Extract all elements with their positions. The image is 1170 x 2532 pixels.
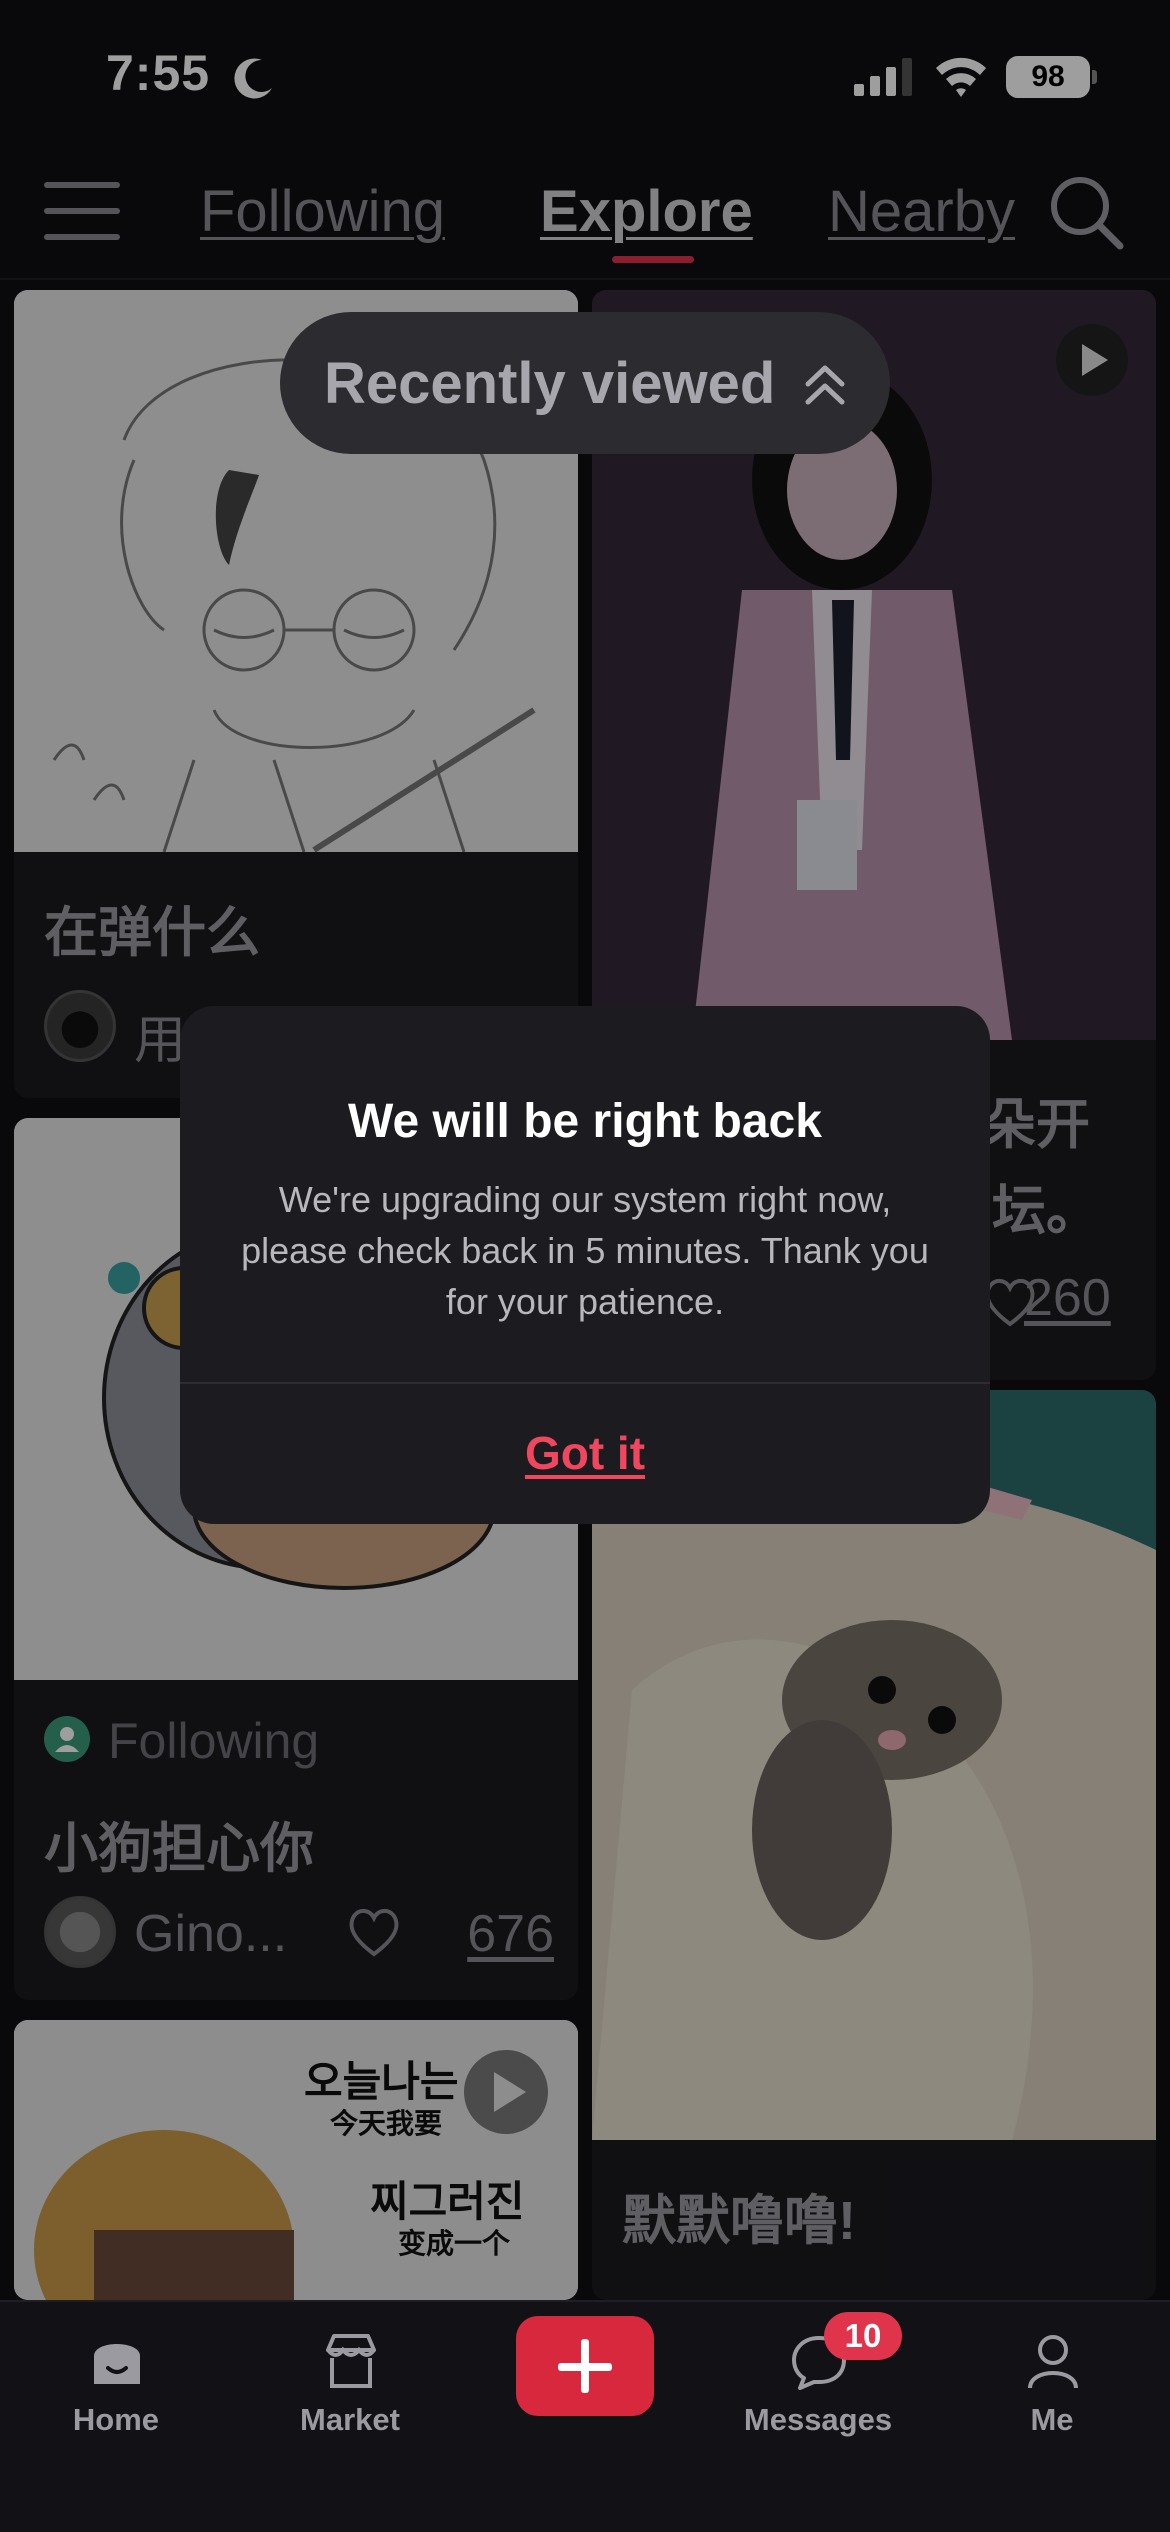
card-title-fragment-2: 坛。 (992, 1181, 1100, 1241)
maintenance-dialog: We will be right back We're upgrading ou… (180, 1006, 990, 1524)
status-bar: 7:55 98 (0, 0, 1170, 150)
avatar[interactable] (44, 990, 116, 1062)
nav-market[interactable]: Market (260, 2302, 440, 2482)
dialog-message: We're upgrading our system right now, pl… (241, 1179, 929, 1322)
nav-label-market: Market (300, 2402, 400, 2437)
image-text-4: 变成一个 (398, 2228, 511, 2259)
create-post-button[interactable] (516, 2316, 654, 2416)
store-icon (326, 2334, 376, 2388)
nav-label-me: Me (1030, 2402, 1074, 2437)
cellular-signal-icon (854, 58, 912, 96)
tab-following[interactable]: Following (200, 178, 445, 245)
avatar[interactable] (44, 1896, 116, 1968)
moon-icon (234, 58, 272, 99)
recently-viewed-label: Recently viewed (324, 351, 776, 416)
tab-explore[interactable]: Explore (540, 178, 753, 245)
dialog-title: We will be right back (348, 1095, 822, 1148)
search-icon[interactable] (1046, 172, 1126, 252)
messages-unread-badge: 10 (824, 2312, 902, 2360)
nav-home[interactable]: Home (26, 2302, 206, 2482)
active-tab-indicator (612, 256, 694, 263)
nav-label-home: Home (72, 2402, 160, 2437)
tab-nearby[interactable]: Nearby (828, 178, 1015, 245)
menu-icon[interactable] (44, 180, 120, 242)
recently-viewed-button[interactable]: Recently viewed (280, 312, 890, 454)
top-navigation: Following Explore Nearby (0, 150, 1170, 280)
image-text-2: 今天我要 (330, 2108, 443, 2139)
like-count[interactable]: 260 (1024, 1268, 1111, 1328)
following-tag: Following (108, 1713, 320, 1769)
status-time: 7:55 (106, 45, 211, 101)
nav-me[interactable]: Me (962, 2302, 1142, 2482)
card-title: 小狗担心你 (44, 1819, 314, 1879)
wifi-icon (936, 57, 986, 97)
feed-card-kitten[interactable]: 默默噜噜! (592, 1390, 1156, 2300)
feed-card-bread[interactable]: 오늘나는 今天我要 찌그러진 变成一个 (14, 2020, 578, 2300)
battery-level: 98 (1006, 56, 1090, 98)
author-name[interactable]: Gino... (134, 1904, 287, 1964)
card-title-fragment-1: 朵开 (982, 1095, 1090, 1155)
image-text-1: 오늘나는 (304, 2058, 459, 2105)
home-icon (94, 2344, 140, 2384)
profile-icon (1028, 2335, 1078, 2389)
heart-icon[interactable] (346, 1906, 402, 1958)
like-count[interactable]: 676 (467, 1904, 554, 1964)
image-text-3: 찌그러진 (370, 2178, 525, 2225)
card-title: 在弹什么 (44, 903, 260, 963)
card-title: 默默噜噜! (622, 2191, 856, 2251)
following-user-icon (44, 1716, 90, 1762)
bottom-navigation: Home Market Messages 10 Me (0, 2300, 1170, 2532)
nav-label-messages: Messages (743, 2402, 893, 2437)
got-it-button[interactable]: Got it (180, 1382, 990, 1524)
card-meta: Gino... 676 (44, 1896, 554, 1972)
double-chevron-up-icon (805, 365, 845, 405)
author-name[interactable]: 用 (134, 998, 186, 1073)
battery-tip (1092, 70, 1097, 84)
